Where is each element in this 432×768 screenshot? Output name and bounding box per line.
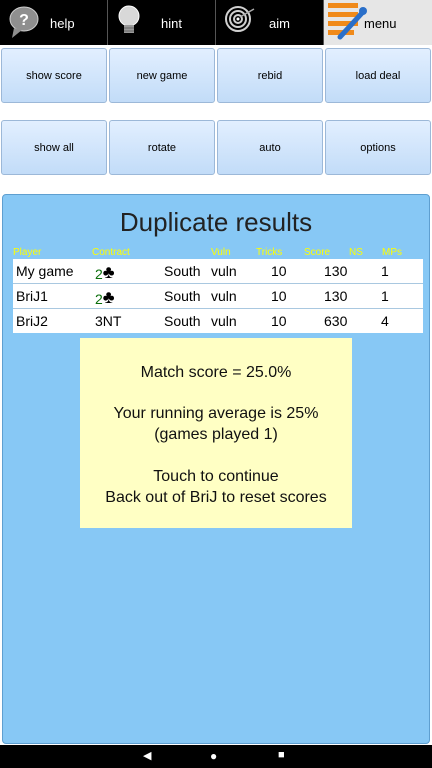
top-toolbar: ? help hint aim menu <box>0 0 432 45</box>
tab-menu[interactable]: menu <box>324 0 432 45</box>
player-cell: My game <box>16 263 74 279</box>
declarer-cell: South <box>164 313 201 329</box>
header-ns: NS <box>349 247 363 258</box>
header-score: Score <box>304 247 331 258</box>
speech-bubble-question-icon: ? <box>9 6 39 38</box>
header-tricks: Tricks <box>256 247 283 258</box>
rebid-button[interactable]: rebid <box>217 48 323 103</box>
button-row-2: show all rotate auto options <box>0 119 432 177</box>
mps-cell: 1 <box>381 288 389 304</box>
svg-text:?: ? <box>19 12 29 29</box>
tab-menu-label: menu <box>364 16 397 31</box>
results-title: Duplicate results <box>119 207 313 237</box>
tab-hint-label: hint <box>161 16 182 31</box>
score-cell: 130 <box>324 263 348 279</box>
header-player: Player <box>13 247 42 258</box>
options-button[interactable]: options <box>325 120 431 175</box>
tab-hint[interactable]: hint <box>108 0 215 45</box>
player-cell: BriJ1 <box>16 288 48 304</box>
table-row: My game 2♣ South vuln 10 130 1 <box>13 259 423 284</box>
load-deal-button[interactable]: load deal <box>325 48 431 103</box>
header-vuln: Vuln <box>211 247 231 258</box>
navigation-bar: ◀ ● ■ <box>0 745 432 768</box>
new-game-button[interactable]: new game <box>109 48 215 103</box>
home-icon[interactable]: ● <box>210 749 217 763</box>
tab-aim[interactable]: aim <box>216 0 323 45</box>
tab-help[interactable]: ? help <box>0 0 107 45</box>
contract-cell: 2♣ <box>95 287 115 307</box>
header-mps: MPs <box>382 247 402 258</box>
back-icon[interactable]: ◀ <box>143 749 151 762</box>
tab-aim-label: aim <box>269 16 290 31</box>
target-icon <box>225 6 255 32</box>
reset-scores-text: Back out of BriJ to reset scores <box>105 489 327 506</box>
score-cell: 630 <box>324 313 348 329</box>
vuln-cell: vuln <box>211 313 237 329</box>
tricks-cell: 10 <box>271 313 287 329</box>
tab-help-label: help <box>50 16 75 31</box>
declarer-cell: South <box>164 288 201 304</box>
show-score-button[interactable]: show score <box>1 48 107 103</box>
club-suit-icon: ♣ <box>102 287 115 307</box>
match-score-popup[interactable]: Match score = 25.0% Your running average… <box>80 338 352 528</box>
table-row: BriJ1 2♣ South vuln 10 130 1 <box>13 284 423 309</box>
button-row-1: show score new game rebid load deal <box>0 47 432 105</box>
rotate-button[interactable]: rotate <box>109 120 215 175</box>
match-score-text: Match score = 25.0% <box>140 364 292 381</box>
tricks-cell: 10 <box>271 288 287 304</box>
contract-cell: 2♣ <box>95 262 115 282</box>
contract-cell: 3NT <box>95 313 122 329</box>
player-cell: BriJ2 <box>16 313 48 329</box>
score-cell: 130 <box>324 288 348 304</box>
table-row: BriJ2 3NT South vuln 10 630 4 <box>13 309 423 333</box>
tricks-cell: 10 <box>271 263 287 279</box>
games-played-text: (games played 1) <box>154 426 278 443</box>
mps-cell: 4 <box>381 313 389 329</box>
touch-continue-text: Touch to continue <box>153 468 279 485</box>
lightbulb-icon <box>118 5 140 33</box>
running-average-text: Your running average is 25% <box>113 405 319 422</box>
results-table: My game 2♣ South vuln 10 130 1 BriJ1 2♣ … <box>13 259 423 333</box>
club-suit-icon: ♣ <box>102 262 115 282</box>
mps-cell: 1 <box>381 263 389 279</box>
recent-apps-icon[interactable]: ■ <box>278 749 285 761</box>
vuln-cell: vuln <box>211 288 237 304</box>
auto-button[interactable]: auto <box>217 120 323 175</box>
declarer-cell: South <box>164 263 201 279</box>
header-contract: Contract <box>92 247 130 258</box>
show-all-button[interactable]: show all <box>1 120 107 175</box>
vuln-cell: vuln <box>211 263 237 279</box>
